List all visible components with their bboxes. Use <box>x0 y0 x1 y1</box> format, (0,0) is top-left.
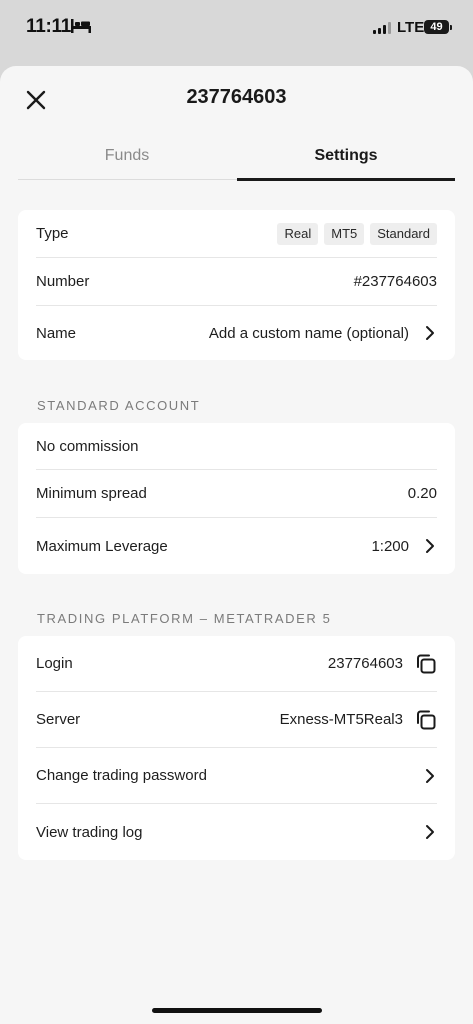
name-label: Name <box>36 324 77 342</box>
name-row[interactable]: Name Add a custom name (optional) <box>36 306 437 360</box>
spread-row: Minimum spread 0.20 <box>36 470 437 518</box>
type-row: Type Real MT5 Standard <box>36 210 437 258</box>
chevron-right-icon <box>426 539 434 553</box>
login-row: Login 237764603 <box>36 636 437 692</box>
copy-icon[interactable] <box>415 709 437 731</box>
badge-account-type: Standard <box>370 222 437 245</box>
tab-bar: Funds Settings <box>18 136 455 181</box>
server-row: Server Exness-MT5Real3 <box>36 692 437 748</box>
view-log-row[interactable]: View trading log <box>36 804 437 860</box>
login-label: Login <box>36 655 73 672</box>
status-bar: 11:11 LTE 49 <box>0 0 473 62</box>
bed-icon <box>71 19 91 33</box>
account-info-card: Type Real MT5 Standard Number #237764603… <box>18 210 455 360</box>
view-log-label: View trading log <box>36 823 143 841</box>
number-row: Number #237764603 <box>36 258 437 306</box>
tab-active-indicator <box>237 178 455 181</box>
signal-icon <box>373 22 391 34</box>
account-sheet: 237764603 Funds Settings Type Real MT5 S… <box>0 66 473 1024</box>
number-label: Number <box>36 273 90 290</box>
commission-label: No commission <box>36 437 139 455</box>
page-title: 237764603 <box>186 86 287 108</box>
battery-nub <box>450 25 452 30</box>
standard-account-card: No commission Minimum spread 0.20 Maximu… <box>18 423 455 574</box>
account-badges: Real MT5 Standard <box>277 222 437 245</box>
spread-label: Minimum spread <box>36 485 147 502</box>
server-value: Exness-MT5Real3 <box>279 711 403 728</box>
copy-icon[interactable] <box>415 653 437 675</box>
trading-platform-card: Login 237764603 Server Exness-MT5Real3 C… <box>18 636 455 860</box>
tab-funds[interactable]: Funds <box>18 136 236 178</box>
tab-settings[interactable]: Settings <box>237 136 455 178</box>
name-value: Add a custom name (optional) <box>208 324 409 342</box>
status-time: 11:11 <box>26 16 71 37</box>
section-header-standard-account: STANDARD ACCOUNT <box>37 398 201 413</box>
home-indicator[interactable] <box>152 1008 322 1013</box>
section-header-trading-platform: TRADING PLATFORM – METATRADER 5 <box>37 611 332 626</box>
leverage-row[interactable]: Maximum Leverage 1:200 <box>36 518 437 574</box>
commission-row: No commission <box>36 423 437 470</box>
badge-platform: MT5 <box>324 222 365 245</box>
server-label: Server <box>36 711 81 728</box>
leverage-label: Maximum Leverage <box>36 537 168 555</box>
chevron-right-icon <box>426 768 434 783</box>
spread-value: 0.20 <box>407 485 437 502</box>
change-password-label: Change trading password <box>36 767 207 784</box>
chevron-right-icon <box>426 326 434 340</box>
login-value: 237764603 <box>327 655 403 672</box>
leverage-value: 1:200 <box>371 537 409 555</box>
badge-real: Real <box>277 222 319 245</box>
battery-icon: 49 <box>424 20 449 34</box>
network-type: LTE <box>397 19 425 36</box>
change-password-row[interactable]: Change trading password <box>36 748 437 804</box>
number-value: #237764603 <box>353 273 437 290</box>
type-label: Type <box>36 225 69 242</box>
battery-level: 49 <box>430 21 443 33</box>
chevron-right-icon <box>426 825 434 839</box>
